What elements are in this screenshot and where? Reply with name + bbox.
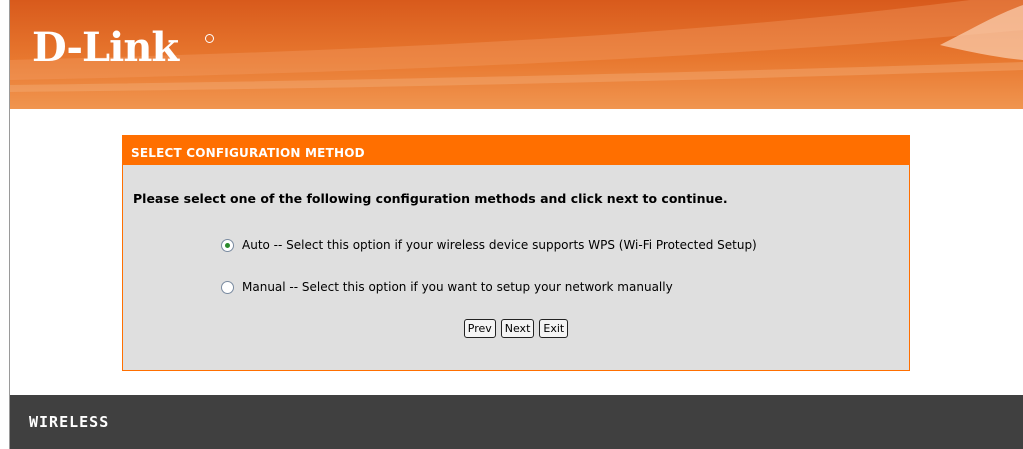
button-row: Prev Next Exit xyxy=(123,319,909,338)
dlink-logo: D-Link xyxy=(32,24,179,71)
registered-mark-icon xyxy=(205,34,214,43)
footer-bar: WIRELESS xyxy=(10,395,1023,449)
panel-instructions: Please select one of the following confi… xyxy=(133,191,728,206)
option-manual[interactable]: Manual -- Select this option if you want… xyxy=(221,278,673,296)
option-manual-label[interactable]: Manual -- Select this option if you want… xyxy=(242,280,673,294)
panel-title: SELECT CONFIGURATION METHOD xyxy=(123,136,909,165)
header-banner: D-Link xyxy=(10,0,1023,109)
option-auto-label[interactable]: Auto -- Select this option if your wirel… xyxy=(242,238,757,252)
footer-wireless-label: WIRELESS xyxy=(29,413,110,431)
auto-radio-button[interactable] xyxy=(221,238,234,252)
prev-button[interactable]: Prev xyxy=(463,319,496,338)
exit-button[interactable]: Exit xyxy=(539,319,569,338)
option-auto[interactable]: Auto -- Select this option if your wirel… xyxy=(221,236,757,254)
config-method-panel: SELECT CONFIGURATION METHOD Please selec… xyxy=(122,135,910,371)
next-button[interactable]: Next xyxy=(500,319,535,338)
manual-radio-button[interactable] xyxy=(221,280,234,294)
